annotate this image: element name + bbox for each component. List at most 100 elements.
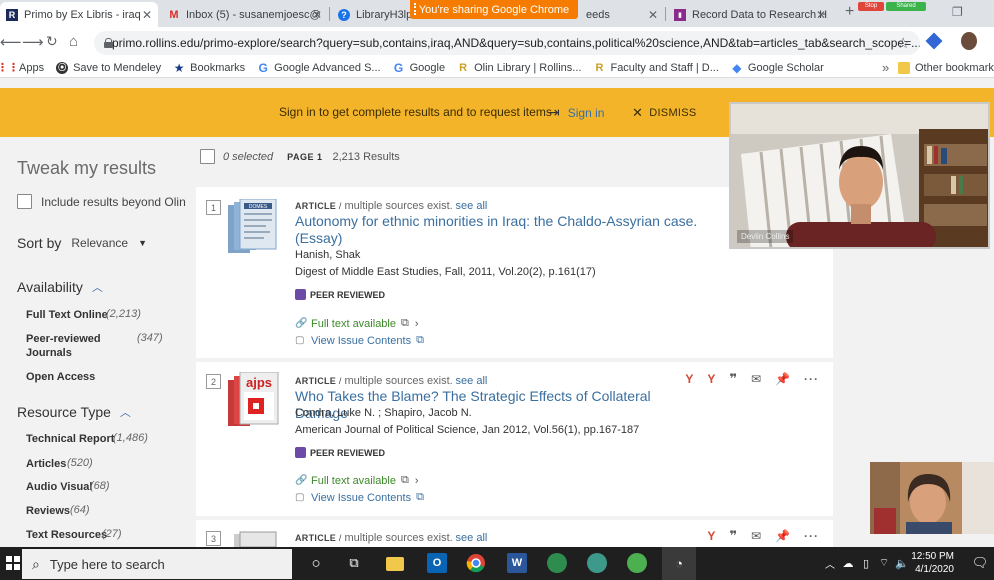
close-tab-icon[interactable]: ✕ — [816, 8, 826, 22]
chevron-up-icon[interactable]: ︿ — [120, 404, 131, 420]
system-clock[interactable]: 12:50 PM 4/1/2020 — [911, 550, 954, 576]
drag-handle-icon[interactable] — [414, 3, 417, 15]
rollins-favicon-icon: R — [6, 8, 18, 21]
pin-icon[interactable]: 📌 — [775, 372, 790, 386]
result-title[interactable]: Autonomy for ethnic minorities in Iraq: … — [295, 213, 705, 247]
new-tab-icon[interactable]: + — [845, 3, 854, 21]
task-view-icon[interactable]: ⧉ — [344, 553, 364, 573]
notifications-icon[interactable]: 🗨 — [970, 553, 990, 573]
resource-type-facet-header[interactable]: Resource Type ︿ — [17, 404, 131, 420]
result-card[interactable]: 3 ARTICLE / multiple sources exist. see … — [196, 520, 833, 547]
result-card[interactable]: 2 ajps ARTICLE / multiple sources exist.… — [196, 362, 833, 516]
taskbar-search-input[interactable]: ⌕ Type here to search — [22, 549, 292, 579]
onedrive-icon[interactable]: ☁ — [838, 553, 858, 573]
usb-icon[interactable]: ▯ — [856, 553, 876, 573]
stop-sharing-button[interactable]: Stop — [858, 2, 884, 11]
dismiss-button[interactable]: ✕ DISMISS — [632, 105, 697, 121]
see-all-link[interactable]: see all — [456, 200, 488, 212]
export-icon[interactable]: Y — [707, 529, 715, 543]
bookmark-label: Save to Mendeley — [73, 61, 162, 74]
bookmark-faculty-staff[interactable]: R Faculty and Staff | D... — [593, 62, 718, 74]
reload-icon[interactable]: ↻ — [46, 33, 58, 50]
include-beyond-checkbox[interactable]: Include results beyond Olin — [17, 194, 186, 209]
address-bar[interactable]: primo.rollins.edu/primo-explore/search?q… — [94, 31, 920, 55]
home-icon[interactable]: ⌂ — [69, 33, 78, 50]
volume-icon[interactable]: 🔈 — [892, 553, 912, 573]
star-icon: ★ — [173, 60, 185, 75]
sort-select[interactable]: Relevance — [71, 236, 128, 250]
chrome-icon[interactable] — [466, 553, 486, 573]
checkbox-icon[interactable] — [17, 194, 32, 209]
facet-audio-visual[interactable]: Audio Visual — [26, 480, 92, 494]
sort-by: Sort by Relevance ▼ — [17, 235, 147, 251]
wifi-icon[interactable]: ⌔ — [874, 553, 894, 573]
forward-arrow-icon[interactable]: ⟶ — [22, 33, 44, 51]
cite-icon[interactable]: Y — [685, 372, 693, 386]
full-text-link[interactable]: 🔗 Full text available ⧉ › — [295, 474, 419, 487]
speedometer-app-icon[interactable]: ◔ — [662, 547, 696, 580]
bookmark-other[interactable]: Other bookmarks — [898, 61, 994, 74]
more-options-icon[interactable]: ··· — [804, 372, 819, 386]
result-number: 3 — [206, 531, 221, 546]
search-icon: ⌕ — [32, 555, 40, 572]
facet-open-access[interactable]: Open Access — [26, 370, 95, 384]
bookmark-google-advanced[interactable]: G Google Advanced S... — [257, 61, 381, 75]
tab-record-data[interactable]: ▮ Record Data to Research H ✕ — [668, 2, 832, 27]
journal-cover-thumbnail: DOMES — [226, 198, 282, 257]
view-issue-link[interactable]: ▢ View Issue Contents ⧉ — [295, 491, 424, 504]
tray-chevron-icon[interactable]: ︿ — [820, 553, 840, 573]
close-tab-icon[interactable]: ✕ — [312, 8, 322, 22]
windows-start-icon[interactable] — [6, 556, 20, 570]
bookmark-mendeley[interactable]: ⦿ Save to Mendeley — [56, 61, 162, 74]
cortana-icon[interactable]: ○ — [306, 553, 326, 573]
facet-technical-report[interactable]: Technical Report — [26, 432, 114, 446]
profile-avatar[interactable] — [961, 32, 977, 50]
select-all-checkbox[interactable] — [200, 149, 215, 164]
email-icon[interactable]: ✉ — [751, 372, 761, 386]
bookmark-apps[interactable]: ⋮⋮ Apps — [0, 62, 44, 75]
quote-icon[interactable]: ❞ — [729, 528, 737, 544]
chevron-up-icon[interactable]: ︿ — [92, 279, 103, 295]
tab-gmail[interactable]: M Inbox (5) - susanemjoesc@ ✕ — [162, 2, 328, 27]
app-icon[interactable] — [587, 553, 607, 573]
see-all-link[interactable]: see all — [456, 532, 488, 544]
bookmark-bookmarks[interactable]: ★ Bookmarks — [173, 60, 245, 75]
bookmark-star-icon[interactable]: ☆ — [897, 34, 910, 52]
tab-libraryh3lp[interactable]: ? LibraryH3lp — [332, 2, 412, 27]
bookmark-google-scholar[interactable]: ◆ Google Scholar — [731, 61, 823, 75]
close-tab-icon[interactable]: ✕ — [142, 8, 152, 22]
bookmark-google[interactable]: G Google — [393, 61, 445, 75]
extension-icon[interactable] — [925, 32, 943, 50]
close-icon: ✕ — [632, 105, 644, 120]
app-icon[interactable] — [547, 553, 567, 573]
see-all-link[interactable]: see all — [456, 375, 488, 387]
view-issue-link[interactable]: ▢ View Issue Contents ⧉ — [295, 334, 424, 347]
facet-full-text-online[interactable]: Full Text Online — [26, 308, 108, 322]
tab-feeds[interactable]: eeds ✕ — [580, 2, 664, 27]
signin-link[interactable]: ⇥ Sign in — [548, 104, 604, 121]
facet-text-resources[interactable]: Text Resources — [26, 528, 107, 542]
dropdown-caret-icon[interactable]: ▼ — [138, 238, 147, 248]
availability-facet-header[interactable]: Availability ︿ — [17, 279, 103, 295]
bookmark-olin-library[interactable]: R Olin Library | Rollins... — [457, 62, 581, 74]
facet-peer-reviewed[interactable]: Peer-reviewed Journals — [26, 332, 111, 360]
quote-icon[interactable]: ❞ — [729, 371, 737, 387]
export-icon[interactable]: Y — [707, 372, 715, 386]
facet-count: (27) — [102, 528, 122, 540]
full-text-link[interactable]: 🔗 Full text available ⧉ › — [295, 317, 419, 330]
tab-primo[interactable]: R Primo by Ex Libris - iraq ✕ — [0, 2, 158, 27]
back-arrow-icon[interactable]: ⟵ — [0, 33, 22, 51]
email-icon[interactable]: ✉ — [751, 529, 761, 543]
file-explorer-icon[interactable] — [386, 557, 404, 571]
pin-icon[interactable]: 📌 — [775, 529, 790, 543]
facet-reviews[interactable]: Reviews — [26, 504, 70, 518]
shared-indicator: Shared — [886, 2, 926, 11]
facet-articles[interactable]: Articles — [26, 457, 66, 471]
outlook-icon[interactable]: O — [427, 553, 447, 573]
more-options-icon[interactable]: ··· — [804, 529, 819, 543]
app-icon[interactable] — [627, 553, 647, 573]
word-icon[interactable]: W — [507, 553, 527, 573]
restore-window-icon[interactable]: ❐ — [952, 5, 963, 19]
bookmarks-overflow-icon[interactable]: » — [882, 60, 889, 75]
close-tab-icon[interactable]: ✕ — [648, 8, 658, 22]
